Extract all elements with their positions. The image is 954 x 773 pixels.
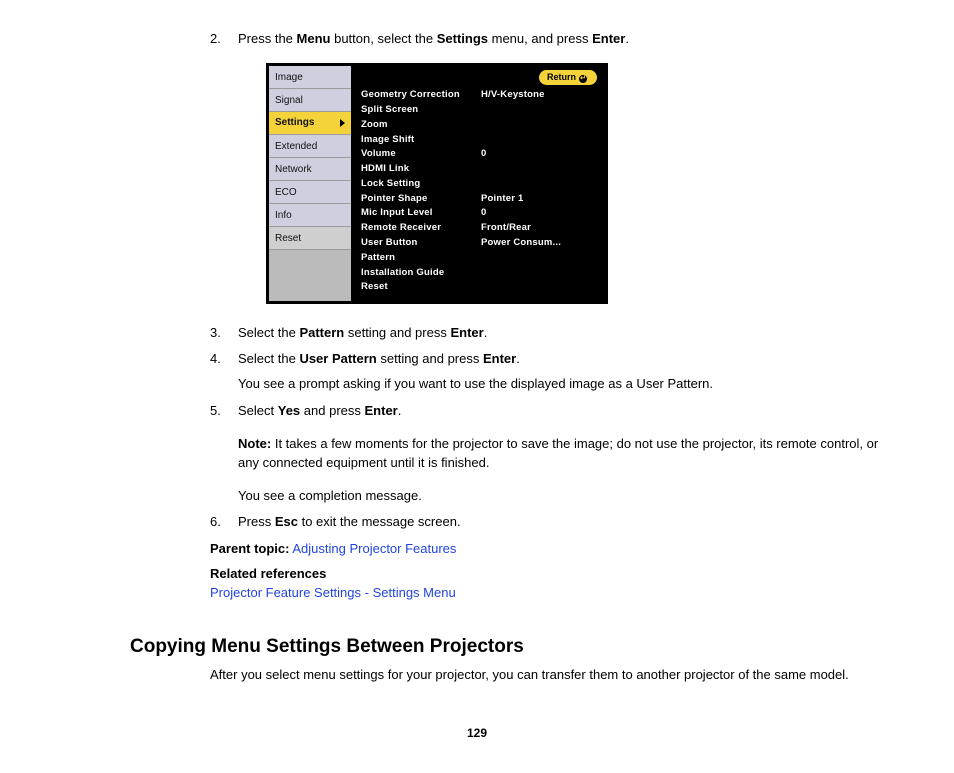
step-sub: You see a prompt asking if you want to u… [238,375,894,394]
doc-body: 2. Press the Menu button, select the Set… [210,30,894,603]
step-5: 5. Select Yes and press Enter. Note: It … [210,402,894,505]
step-num: 3. [210,324,221,343]
osd-row: Pattern [361,250,597,265]
osd-row: Volume0 [361,147,597,162]
section-heading: Copying Menu Settings Between Projectors [130,633,914,661]
osd-row: Pointer ShapePointer 1 [361,191,597,206]
osd-tab-image: Image [269,66,351,89]
osd-tab-network: Network [269,158,351,181]
osd-return-badge: Return↵ [539,70,597,85]
osd-settings-list: Geometry CorrectionH/V-Keystone Split Sc… [361,88,597,295]
osd-row: Split Screen [361,103,597,118]
step-text: Press the Menu button, select the Settin… [238,31,629,46]
note-text: It takes a few moments for the projector… [238,436,878,470]
osd-row: Reset [361,280,597,295]
step-list: 2. Press the Menu button, select the Set… [210,30,894,532]
note-block: Note: It takes a few moments for the pro… [238,435,894,473]
parent-topic-label: Parent topic: [210,541,289,556]
osd-row: User ButtonPower Consum... [361,236,597,251]
step-num: 5. [210,402,221,421]
related-refs: Projector Feature Settings - Settings Me… [210,584,894,603]
step-sub: You see a completion message. [238,487,894,506]
step-text: Select the Pattern setting and press Ent… [238,325,487,340]
osd-container: Image Signal Settings Extended Network E… [266,63,608,304]
page-number: 129 [40,725,914,742]
osd-row: Mic Input Level0 [361,206,597,221]
chevron-right-icon [340,119,345,127]
osd-tab-list: Image Signal Settings Extended Network E… [269,66,351,301]
osd-row: Lock Setting [361,176,597,191]
step-text: Select the User Pattern setting and pres… [238,351,520,366]
osd-tab-extended: Extended [269,135,351,158]
return-icon: ↵ [579,75,587,83]
related-refs-link[interactable]: Projector Feature Settings - Settings Me… [210,585,456,600]
osd-tab-signal: Signal [269,89,351,112]
osd-panel: Return↵ Geometry CorrectionH/V-Keystone … [351,66,605,301]
osd-row: Installation Guide [361,265,597,280]
step-text: Press Esc to exit the message screen. [238,514,461,529]
parent-topic-link[interactable]: Adjusting Projector Features [292,541,456,556]
step-3: 3. Select the Pattern setting and press … [210,324,894,343]
related-refs-label: Related references [210,565,894,584]
osd-row: HDMI Link [361,162,597,177]
osd-row: Geometry CorrectionH/V-Keystone [361,88,597,103]
osd-screenshot: Image Signal Settings Extended Network E… [266,63,894,304]
osd-row: Image Shift [361,132,597,147]
step-4: 4. Select the User Pattern setting and p… [210,350,894,394]
step-text: Select Yes and press Enter. [238,403,401,418]
section-body: After you select menu settings for your … [210,666,894,685]
parent-topic: Parent topic: Adjusting Projector Featur… [210,540,894,559]
osd-tab-info: Info [269,204,351,227]
step-6: 6. Press Esc to exit the message screen. [210,513,894,532]
step-num: 4. [210,350,221,369]
step-2: 2. Press the Menu button, select the Set… [210,30,894,304]
osd-tab-reset: Reset [269,227,351,250]
osd-row: Remote ReceiverFront/Rear [361,221,597,236]
osd-tab-settings: Settings [269,112,351,135]
step-num: 2. [210,30,221,49]
osd-tab-eco: ECO [269,181,351,204]
step-num: 6. [210,513,221,532]
note-label: Note: [238,436,271,451]
osd-row: Zoom [361,117,597,132]
